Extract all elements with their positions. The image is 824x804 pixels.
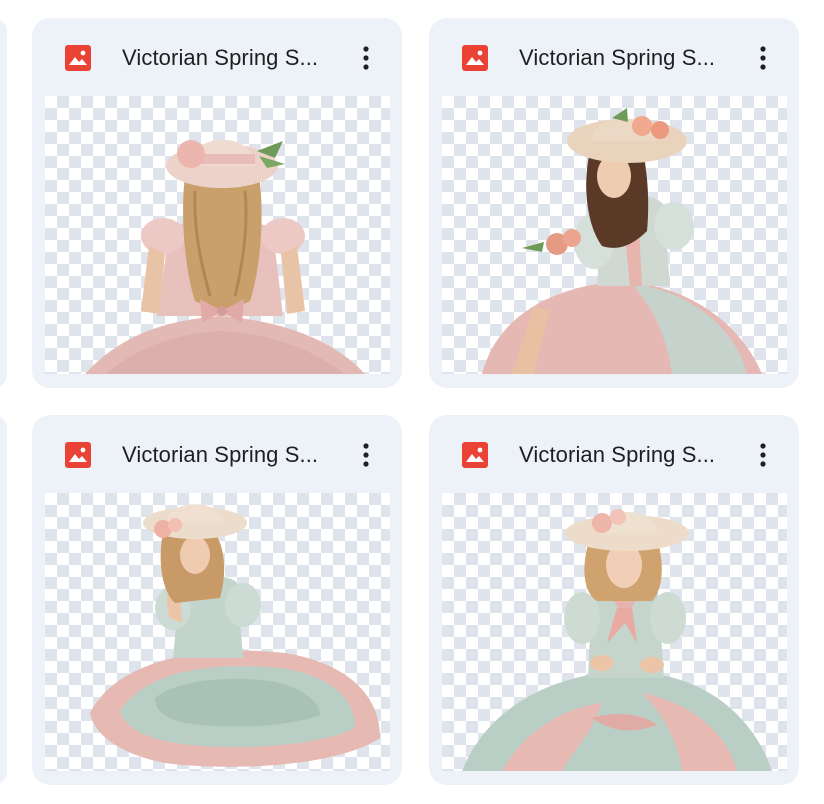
- woman-mint-dress-illustration: [90, 504, 380, 767]
- partial-card-left-top: [0, 18, 7, 388]
- file-card[interactable]: Victorian Spring S...: [32, 415, 402, 785]
- girl-floral-dress-illustration: [462, 509, 772, 771]
- file-title[interactable]: Victorian Spring S...: [519, 45, 739, 71]
- file-thumbnail[interactable]: [442, 493, 787, 771]
- file-thumbnail[interactable]: [45, 96, 390, 374]
- image-file-icon: [65, 45, 91, 71]
- card-header: Victorian Spring S...: [32, 18, 402, 96]
- woman-back-illustration: [85, 139, 365, 374]
- card-header: Victorian Spring S...: [429, 18, 799, 96]
- more-vert-icon[interactable]: [745, 437, 781, 473]
- file-title[interactable]: Victorian Spring S...: [122, 45, 342, 71]
- card-header: Victorian Spring S...: [429, 415, 799, 493]
- file-title[interactable]: Victorian Spring S...: [519, 442, 739, 468]
- image-file-icon: [462, 442, 488, 468]
- file-thumbnail[interactable]: [442, 96, 787, 374]
- woman-sitting-illustration: [482, 108, 762, 374]
- image-file-icon: [65, 442, 91, 468]
- file-title[interactable]: Victorian Spring S...: [122, 442, 342, 468]
- file-card[interactable]: Victorian Spring S...: [429, 18, 799, 388]
- file-card[interactable]: Victorian Spring S...: [429, 415, 799, 785]
- image-file-icon: [462, 45, 488, 71]
- file-thumbnail[interactable]: [45, 493, 390, 771]
- card-header: Victorian Spring S...: [32, 415, 402, 493]
- file-card[interactable]: Victorian Spring S...: [32, 18, 402, 388]
- partial-card-left-bottom: [0, 415, 7, 785]
- more-vert-icon[interactable]: [745, 40, 781, 76]
- more-vert-icon[interactable]: [348, 40, 384, 76]
- more-vert-icon[interactable]: [348, 437, 384, 473]
